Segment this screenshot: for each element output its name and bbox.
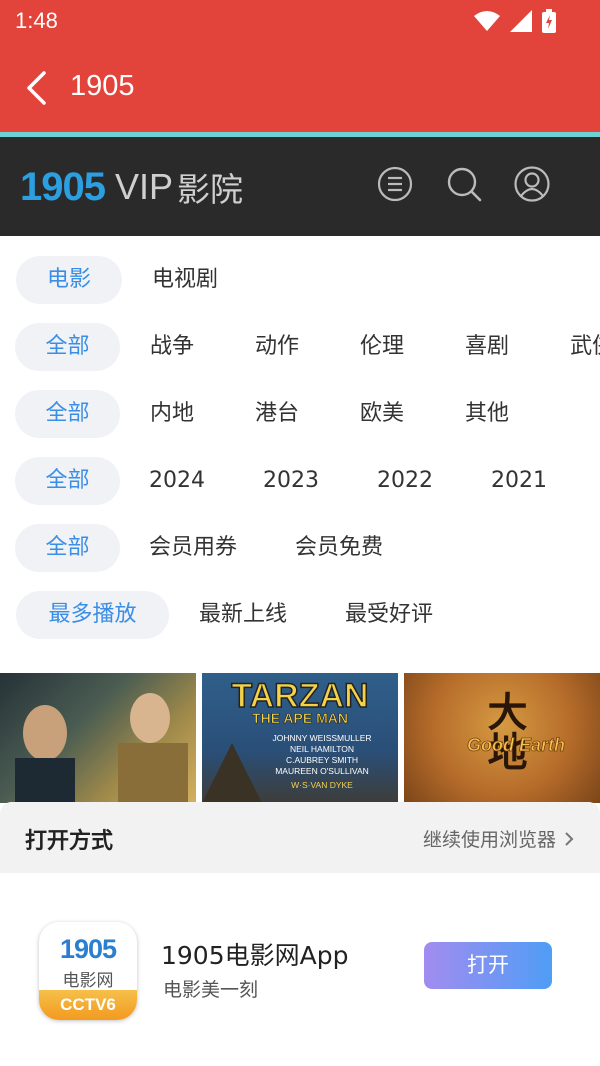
filter-option[interactable]: 喜剧 bbox=[465, 323, 509, 371]
app-bar: 1905 bbox=[0, 42, 600, 132]
site-logo[interactable]: 1905 VIP 影院 bbox=[20, 163, 243, 211]
filter-panel: 电影 电视剧 全部 战争 动作 伦理 喜剧 武侠 全部 内地 港台 欧美 其他 … bbox=[0, 236, 600, 656]
filter-option[interactable]: 最受好评 bbox=[345, 591, 433, 639]
user-icon[interactable] bbox=[514, 166, 550, 202]
movie-poster[interactable]: TARZAN THE APE MAN JOHNNY WEISSMULLER NE… bbox=[202, 673, 398, 803]
open-app-button[interactable]: 打开 bbox=[424, 942, 552, 989]
site-header: 1905 VIP 影院 bbox=[0, 137, 600, 236]
filter-option[interactable]: 会员免费 bbox=[295, 524, 383, 572]
search-icon[interactable] bbox=[446, 166, 482, 202]
filter-row-type: 电影 电视剧 bbox=[16, 256, 218, 304]
status-icons bbox=[474, 9, 556, 33]
sheet-title: 打开方式 bbox=[25, 829, 114, 854]
filter-option[interactable]: 其他 bbox=[465, 390, 509, 438]
poster-art: TARZAN THE APE MAN JOHNNY WEISSMULLER NE… bbox=[202, 676, 372, 803]
filter-option[interactable]: 电视剧 bbox=[152, 256, 218, 304]
battery-icon bbox=[542, 9, 556, 33]
filter-selected-genre[interactable]: 全部 bbox=[15, 323, 120, 371]
poster-art: 大地 Good Earth bbox=[467, 691, 566, 771]
filter-option[interactable]: 2021 bbox=[491, 457, 547, 505]
wifi-icon bbox=[474, 11, 500, 31]
logo-cinema: 影院 bbox=[177, 170, 244, 209]
filter-row-genre: 全部 战争 动作 伦理 喜剧 武侠 bbox=[15, 323, 600, 371]
movie-poster[interactable]: 大地 Good Earth bbox=[404, 673, 600, 803]
poster-credit: NEIL HAMILTON bbox=[290, 744, 354, 754]
app-slogan: 电影美一刻 bbox=[163, 979, 259, 1001]
filter-option[interactable]: 内地 bbox=[150, 390, 194, 438]
filter-selected-region[interactable]: 全部 bbox=[15, 390, 120, 438]
filter-option[interactable]: 动作 bbox=[255, 323, 299, 371]
open-with-sheet: 打开方式 继续使用浏览器 1905 电影网 CCTV6 1905电影网App 电… bbox=[0, 802, 600, 1066]
movie-poster[interactable] bbox=[0, 673, 196, 803]
filter-option[interactable]: 会员用券 bbox=[149, 524, 237, 572]
poster-credit: JOHNNY WEISSMULLER bbox=[272, 733, 371, 743]
filter-option[interactable]: 2023 bbox=[263, 457, 319, 505]
app-icon[interactable]: 1905 电影网 CCTV6 bbox=[39, 922, 137, 1020]
filter-option[interactable]: 欧美 bbox=[360, 390, 404, 438]
filter-selected-type[interactable]: 电影 bbox=[16, 256, 122, 304]
poster-art bbox=[15, 693, 188, 803]
chevron-right-icon bbox=[565, 831, 574, 846]
filter-selected-membership[interactable]: 全部 bbox=[15, 524, 120, 572]
filter-option[interactable]: 港台 bbox=[255, 390, 299, 438]
filter-selected-sort[interactable]: 最多播放 bbox=[16, 591, 169, 639]
filter-row-region: 全部 内地 港台 欧美 其他 bbox=[15, 390, 509, 438]
poster-credit: C.AUBREY SMITH bbox=[286, 755, 358, 765]
status-bar: 1:48 bbox=[0, 0, 600, 42]
signal-icon bbox=[510, 10, 532, 32]
app-icon-number: 1905 bbox=[59, 934, 117, 964]
filter-selected-year[interactable]: 全部 bbox=[15, 457, 120, 505]
logo-vip: VIP bbox=[114, 166, 174, 207]
poster-cn-title: 大地 bbox=[481, 691, 528, 771]
poster-credit: MAUREEN O'SULLIVAN bbox=[275, 766, 369, 776]
app-name: 1905电影网App bbox=[161, 941, 349, 970]
page-title: 1905 bbox=[70, 70, 135, 102]
movie-poster-row: TARZAN THE APE MAN JOHNNY WEISSMULLER NE… bbox=[0, 673, 600, 803]
filter-option[interactable]: 2024 bbox=[149, 457, 205, 505]
poster-subtitle: THE APE MAN bbox=[252, 710, 348, 726]
poster-title: Good Earth bbox=[467, 735, 565, 755]
filter-row-year: 全部 2024 2023 2022 2021 2020 bbox=[15, 457, 600, 505]
app-icon-badge: CCTV6 bbox=[39, 990, 137, 1020]
filter-row-sort: 最多播放 最新上线 最受好评 bbox=[16, 591, 433, 639]
continue-browser-link[interactable]: 继续使用浏览器 bbox=[423, 825, 574, 852]
filter-option[interactable]: 2022 bbox=[377, 457, 433, 505]
back-arrow-icon[interactable] bbox=[24, 70, 48, 106]
filter-option[interactable]: 战争 bbox=[150, 323, 194, 371]
filter-option[interactable]: 最新上线 bbox=[199, 591, 287, 639]
filter-option[interactable]: 武侠 bbox=[570, 323, 600, 371]
filter-option[interactable]: 伦理 bbox=[360, 323, 404, 371]
logo-number: 1905 bbox=[20, 164, 106, 209]
app-icon-label: 电影网 bbox=[62, 971, 114, 991]
continue-browser-label: 继续使用浏览器 bbox=[422, 829, 556, 851]
sheet-header: 打开方式 继续使用浏览器 bbox=[0, 802, 600, 873]
poster-director: W·S·VAN DYKE bbox=[291, 780, 353, 790]
status-time: 1:48 bbox=[15, 8, 58, 33]
filter-row-membership: 全部 会员用券 会员免费 bbox=[15, 524, 383, 572]
menu-icon[interactable] bbox=[377, 166, 413, 202]
